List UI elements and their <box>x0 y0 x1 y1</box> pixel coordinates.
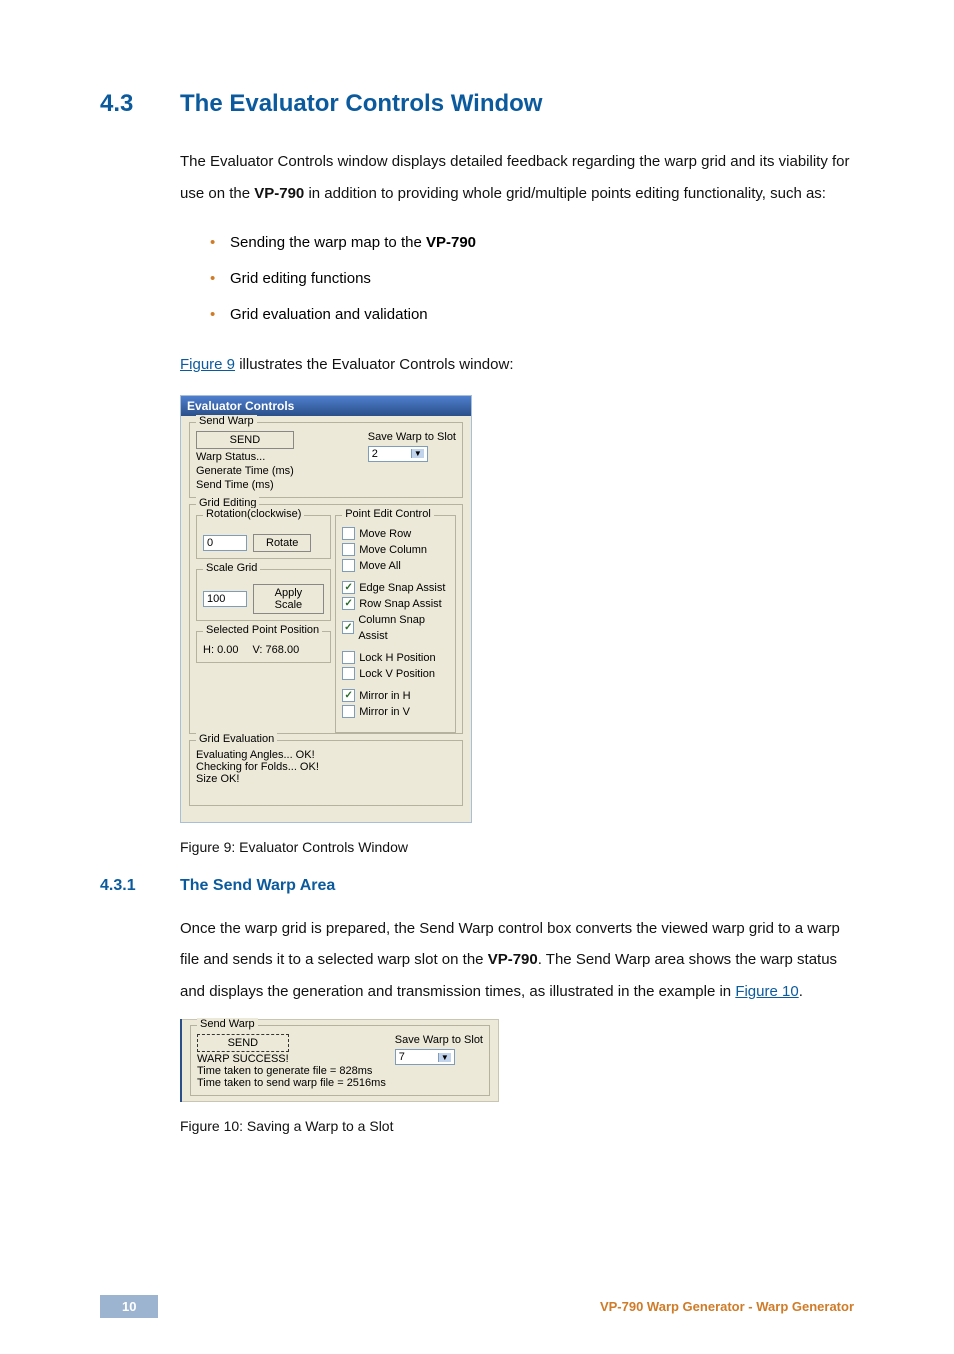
v-value: 768.00 <box>266 644 300 656</box>
sw-bold: VP-790 <box>488 951 538 968</box>
grid-evaluation-group: Grid Evaluation Evaluating Angles... OK!… <box>189 740 463 806</box>
bullet-1-text: Sending the warp map to the <box>230 234 426 251</box>
selected-point-legend: Selected Point Position <box>203 624 322 636</box>
send-button[interactable]: SEND <box>196 431 294 449</box>
intro-bullets: Sending the warp map to the VP-790 Grid … <box>210 225 854 333</box>
col-snap-label: Column Snap Assist <box>358 612 449 644</box>
row-snap-label: Row Snap Assist <box>359 596 442 612</box>
send-warp-group: Send Warp SEND Warp Status... Generate T… <box>189 422 463 498</box>
chevron-down-icon: ▼ <box>438 1053 451 1062</box>
grid-editing-group: Grid Editing Rotation(clockwise) 0 Rotat… <box>189 504 463 734</box>
move-all-label: Move All <box>359 558 401 574</box>
h-label: H: <box>203 644 214 656</box>
rotation-group: Rotation(clockwise) 0 Rotate <box>196 515 331 559</box>
mirror-v-label: Mirror in V <box>359 704 410 720</box>
point-edit-legend: Point Edit Control <box>342 508 434 520</box>
page-number: 10 <box>100 1295 158 1318</box>
mirror-h-label: Mirror in H <box>359 688 410 704</box>
apply-scale-button[interactable]: Apply Scale <box>253 584 325 614</box>
scale-legend: Scale Grid <box>203 562 260 574</box>
move-row-checkbox[interactable] <box>342 527 355 540</box>
sendwarp-paragraph: Once the warp grid is prepared, the Send… <box>180 913 854 1008</box>
rotate-button[interactable]: Rotate <box>253 534 311 552</box>
bullet-1: Sending the warp map to the VP-790 <box>210 225 854 261</box>
figure-9-caption: Figure 9: Evaluator Controls Window <box>180 839 854 855</box>
footer-title: VP-790 Warp Generator - Warp Generator <box>600 1299 854 1314</box>
slot-select[interactable]: 2 ▼ <box>368 446 428 462</box>
chevron-down-icon: ▼ <box>411 449 424 458</box>
lock-h-label: Lock H Position <box>359 650 435 666</box>
lock-v-checkbox[interactable] <box>342 667 355 680</box>
subsection-heading: 4.3.1 The Send Warp Area <box>100 877 854 895</box>
figure-9-link[interactable]: Figure 9 <box>180 356 235 373</box>
intro-bold: VP-790 <box>254 185 304 202</box>
bullet-1-bold: VP-790 <box>426 234 476 251</box>
section-heading: 4.3 The Evaluator Controls Window <box>100 90 854 118</box>
slot-value: 2 <box>372 448 378 460</box>
mirror-v-checkbox[interactable] <box>342 705 355 718</box>
v-label: V: <box>252 644 262 656</box>
fig10-send-line: Time taken to send warp file = 2516ms <box>197 1077 483 1089</box>
row-snap-checkbox[interactable]: ✓ <box>342 597 355 610</box>
fig10-send-warp-legend: Send Warp <box>197 1018 258 1030</box>
mirror-h-checkbox[interactable]: ✓ <box>342 689 355 702</box>
grid-evaluation-legend: Grid Evaluation <box>196 733 277 745</box>
evaluator-controls-window: Evaluator Controls Send Warp SEND Warp S… <box>180 395 472 823</box>
send-time-label: Send Time (ms) <box>196 479 294 491</box>
fig9-lead-text: illustrates the Evaluator Controls windo… <box>235 356 513 373</box>
grid-eval-line-2: Checking for Folds... OK! <box>196 761 456 773</box>
generate-time-label: Generate Time (ms) <box>196 465 294 477</box>
scale-group: Scale Grid 100 Apply Scale <box>196 569 331 621</box>
fig10-status: WARP SUCCESS! <box>197 1053 289 1065</box>
col-snap-checkbox[interactable]: ✓ <box>342 621 354 634</box>
window-titlebar: Evaluator Controls <box>181 396 471 416</box>
sw-text-c: . <box>799 983 803 1000</box>
fig10-save-label: Save Warp to Slot <box>395 1034 483 1046</box>
subsection-number: 4.3.1 <box>100 877 180 895</box>
section-title: The Evaluator Controls Window <box>180 90 542 118</box>
fig10-send-warp-group: Send Warp SEND WARP SUCCESS! Save Warp t… <box>190 1025 490 1096</box>
fig10-gen-line: Time taken to generate file = 828ms <box>197 1065 483 1077</box>
intro-paragraph: The Evaluator Controls window displays d… <box>180 146 854 209</box>
edge-snap-label: Edge Snap Assist <box>359 580 445 596</box>
figure-10-link[interactable]: Figure 10 <box>735 983 798 1000</box>
bullet-3: Grid evaluation and validation <box>210 297 854 333</box>
figure-10-wrapper: Send Warp SEND WARP SUCCESS! Save Warp t… <box>180 1019 854 1102</box>
point-edit-group: Point Edit Control Move Row Move Column … <box>335 515 456 733</box>
move-all-checkbox[interactable] <box>342 559 355 572</box>
rotation-input[interactable]: 0 <box>203 535 247 551</box>
move-col-checkbox[interactable] <box>342 543 355 556</box>
figure-10-caption: Figure 10: Saving a Warp to a Slot <box>180 1118 854 1134</box>
subsection-title: The Send Warp Area <box>180 877 335 895</box>
warp-status-label: Warp Status... <box>196 451 294 463</box>
selected-point-group: Selected Point Position H: 0.00 V: 768.0… <box>196 631 331 663</box>
bullet-2: Grid editing functions <box>210 261 854 297</box>
fig9-lead: Figure 9 illustrates the Evaluator Contr… <box>180 349 854 381</box>
lock-v-label: Lock V Position <box>359 666 435 682</box>
fig10-slot-value: 7 <box>399 1051 405 1063</box>
fig10-slot-select[interactable]: 7 ▼ <box>395 1049 455 1065</box>
h-value: 0.00 <box>217 644 238 656</box>
move-col-label: Move Column <box>359 542 427 558</box>
section-number: 4.3 <box>100 90 180 118</box>
grid-eval-line-1: Evaluating Angles... OK! <box>196 749 456 761</box>
send-warp-legend: Send Warp <box>196 415 257 427</box>
save-warp-label: Save Warp to Slot <box>368 431 456 443</box>
lock-h-checkbox[interactable] <box>342 651 355 664</box>
grid-eval-line-3: Size OK! <box>196 773 456 785</box>
edge-snap-checkbox[interactable]: ✓ <box>342 581 355 594</box>
rotation-legend: Rotation(clockwise) <box>203 508 304 520</box>
scale-input[interactable]: 100 <box>203 591 247 607</box>
fig10-send-button[interactable]: SEND <box>197 1034 289 1052</box>
intro-text-b: in addition to providing whole grid/mult… <box>304 185 826 202</box>
move-row-label: Move Row <box>359 526 411 542</box>
page-footer: 10 VP-790 Warp Generator - Warp Generato… <box>100 1295 854 1318</box>
